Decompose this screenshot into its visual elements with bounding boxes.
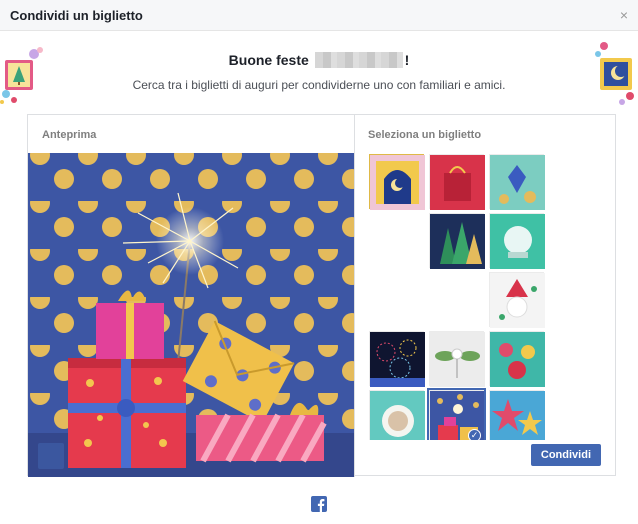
close-icon[interactable]: ×: [620, 8, 628, 22]
share-card-dialog: Condividi un biglietto × Buone feste ! C…: [0, 0, 638, 524]
facebook-f-icon: [317, 499, 325, 512]
card-thumb-santa[interactable]: [489, 272, 545, 328]
greeting-heading: Buone feste !: [0, 52, 638, 68]
facebook-watermark-icon: [38, 443, 64, 469]
paper-trees-card-icon: [430, 214, 485, 269]
preview-label: Anteprima: [42, 129, 97, 141]
share-button[interactable]: Condividi: [530, 444, 601, 466]
gift-bag-card-icon: [430, 155, 485, 210]
ornaments-card-icon: [490, 332, 545, 387]
dialog-title: Condividi un biglietto: [10, 7, 143, 23]
paper-stars-card-icon: [490, 391, 545, 440]
card-thumb-trees[interactable]: [429, 213, 485, 269]
card-thumb-cocoa[interactable]: [369, 390, 425, 440]
card-thumb-night-arch[interactable]: [369, 154, 425, 210]
card-thumb-ornaments[interactable]: [489, 331, 545, 387]
card-preview-image: [28, 153, 354, 477]
select-card-label: Seleziona un biglietto: [368, 129, 482, 141]
card-thumbnail-grid: ✓: [355, 153, 617, 440]
card-thumb-stars[interactable]: [489, 390, 545, 440]
crescent-moon-card-icon: [370, 155, 425, 210]
facebook-icon: [311, 496, 327, 512]
dialog-titlebar: Condividi un biglietto ×: [0, 0, 638, 31]
greeting-subtitle: Cerca tra i biglietti di auguri per cond…: [132, 78, 506, 92]
card-panel: Anteprima Seleziona un biglietto ✓ Condi…: [27, 114, 617, 477]
leaf-angel-card-icon: [430, 332, 485, 387]
snow-globe-card-icon: [490, 214, 545, 269]
fireworks-card-icon: [370, 332, 425, 387]
card-thumb-dreidel[interactable]: [489, 154, 545, 210]
card-thumb-snowman[interactable]: [489, 213, 545, 269]
selected-check-icon: ✓: [468, 429, 481, 440]
greeting-suffix: !: [404, 52, 410, 68]
paper-santa-card-icon: [490, 273, 545, 328]
dreidel-coins-card-icon: [490, 155, 545, 210]
card-thumb-angel[interactable]: [429, 331, 485, 387]
card-thumb-red-bag[interactable]: [429, 154, 485, 210]
blurred-name: [314, 52, 403, 68]
card-thumb-fireworks[interactable]: [369, 331, 425, 387]
greeting-prefix: Buone feste: [228, 52, 309, 68]
card-thumb-sparkler-gifts[interactable]: ✓: [427, 388, 486, 440]
moon-stamp-decoration: [595, 42, 634, 105]
hot-cocoa-card-icon: [370, 391, 425, 440]
sparkler-gifts-illustration: [28, 153, 354, 477]
